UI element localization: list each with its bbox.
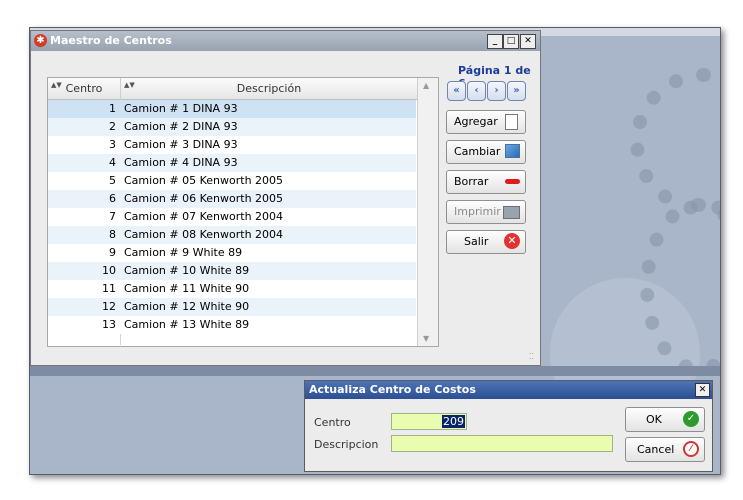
cell-descripcion: Camion # 1 DINA 93 [124, 102, 238, 115]
sort-icon: ▲▼ [124, 81, 135, 89]
printer-icon [503, 206, 520, 219]
cell-descripcion: Camion # 12 White 90 [124, 300, 250, 313]
cell-centro: 5 [109, 174, 116, 187]
cell-centro: 13 [102, 318, 116, 331]
centro-field-value: 209 [442, 415, 465, 428]
cambiar-label: Cambiar [454, 145, 501, 158]
cell-centro: 12 [102, 300, 116, 313]
checkmark-icon: ✓ [683, 411, 699, 427]
vertical-scrollbar[interactable]: ▲ ▼ [417, 78, 438, 346]
salir-label: Salir [464, 235, 489, 248]
cambiar-button[interactable]: Cambiar [446, 140, 526, 164]
cell-descripcion: Camion # 08 Kenworth 2004 [124, 228, 284, 241]
table-row[interactable]: 10 Camion # 10 White 89 [48, 262, 416, 280]
no-entry-icon: ⁄ [683, 441, 699, 457]
column-label-descripcion: Descripción [236, 82, 302, 95]
agregar-button[interactable]: Agregar [446, 110, 526, 134]
cell-centro: 2 [109, 120, 116, 133]
cell-centro: 3 [109, 138, 116, 151]
frame-strip [30, 366, 720, 376]
cell-descripcion: Camion # 10 White 89 [124, 264, 250, 277]
table-row[interactable]: 12 Camion # 12 White 90 [48, 298, 416, 316]
column-header-centro[interactable]: ▲▼ Centro [48, 78, 121, 99]
minimize-button[interactable]: _ [487, 34, 503, 49]
cell-centro: 1 [109, 102, 116, 115]
cell-descripcion: Camion # 4 DINA 93 [124, 156, 238, 169]
cell-centro: 11 [102, 282, 116, 295]
cell-descripcion: Camion # 13 White 89 [124, 318, 250, 331]
imprimir-label: Imprimir [454, 205, 501, 218]
grid-header: ▲▼ Centro ▲▼ Descripción [48, 78, 438, 100]
sort-icon: ▲▼ [51, 81, 62, 89]
first-page-button[interactable]: « [447, 81, 466, 101]
next-page-button[interactable]: › [487, 81, 506, 101]
column-header-descripcion[interactable]: ▲▼ Descripción [121, 78, 417, 99]
cell-centro: 4 [109, 156, 116, 169]
descripcion-label: Descripcion [314, 438, 379, 451]
close-button[interactable]: ✕ [520, 34, 536, 49]
table-row[interactable]: 11 Camion # 11 White 90 [48, 280, 416, 298]
ok-label: OK [646, 413, 662, 426]
grid-rows: 1 Camion # 1 DINA 93 2 Camion # 2 DINA 93 3 C… [48, 100, 416, 334]
cell-centro: 7 [109, 210, 116, 223]
cell-centro: 6 [109, 192, 116, 205]
cell-descripcion: Camion # 3 DINA 93 [124, 138, 238, 151]
table-row[interactable]: 4 Camion # 4 DINA 93 [48, 154, 416, 172]
column-label-centro: Centro [65, 82, 103, 95]
resize-grip-icon[interactable]: ⁚⁚ [529, 352, 534, 361]
cell-descripcion: Camion # 11 White 90 [124, 282, 250, 295]
centro-label: Centro [314, 416, 351, 429]
cell-descripcion: Camion # 2 DINA 93 [124, 120, 238, 133]
dialog-titlebar[interactable]: Actualiza Centro de Costos ✕ [305, 381, 712, 399]
table-row[interactable]: 2 Camion # 2 DINA 93 [48, 118, 416, 136]
document-icon [505, 114, 518, 130]
maestro-centros-window: ✱ Maestro de Centros _ □ ✕ ▲▼ Centro ▲▼ … [30, 30, 541, 366]
cell-centro: 8 [109, 228, 116, 241]
picture-icon [505, 144, 520, 158]
minus-icon [505, 179, 520, 184]
table-row[interactable]: 6 Camion # 06 Kenworth 2005 [48, 190, 416, 208]
cell-descripcion: Camion # 06 Kenworth 2005 [124, 192, 284, 205]
table-row[interactable]: 1 Camion # 1 DINA 93 [48, 100, 416, 118]
table-row[interactable]: 9 Camion # 9 White 89 [48, 244, 416, 262]
cell-descripcion: Camion # 07 Kenworth 2004 [124, 210, 284, 223]
maximize-button[interactable]: □ [503, 34, 519, 49]
descripcion-field[interactable] [391, 435, 613, 452]
imprimir-button[interactable]: Imprimir [446, 200, 526, 224]
close-circle-icon: ✕ [504, 233, 520, 249]
cancel-button[interactable]: Cancel ⁄ [625, 437, 705, 462]
salir-button[interactable]: Salir ✕ [446, 230, 526, 254]
cell-centro: 9 [109, 246, 116, 259]
borrar-button[interactable]: Borrar [446, 170, 526, 194]
table-row[interactable]: 7 Camion # 07 Kenworth 2004 [48, 208, 416, 226]
scroll-down-icon[interactable]: ▼ [423, 334, 429, 343]
ok-button[interactable]: OK ✓ [625, 407, 705, 432]
centros-grid[interactable]: ▲▼ Centro ▲▼ Descripción 1 Camion # 1 DIN… [47, 77, 439, 347]
table-row[interactable]: 3 Camion # 3 DINA 93 [48, 136, 416, 154]
cell-descripcion: Camion # 9 White 89 [124, 246, 243, 259]
scroll-up-icon[interactable]: ▲ [423, 81, 429, 90]
dialog-title: Actualiza Centro de Costos [309, 383, 476, 396]
dialog-close-button[interactable]: ✕ [695, 383, 710, 397]
table-row[interactable]: 8 Camion # 08 Kenworth 2004 [48, 226, 416, 244]
agregar-label: Agregar [454, 115, 498, 128]
window-titlebar[interactable]: ✱ Maestro de Centros _ □ ✕ [31, 31, 540, 51]
borrar-label: Borrar [454, 175, 489, 188]
last-page-button[interactable]: » [507, 81, 526, 101]
actualiza-centro-dialog: Actualiza Centro de Costos ✕ Centro 209 … [304, 380, 713, 472]
app-icon[interactable]: ✱ [34, 34, 47, 47]
previous-page-button[interactable]: ‹ [467, 81, 486, 101]
background-gear [630, 68, 720, 216]
cell-descripcion: Camion # 05 Kenworth 2005 [124, 174, 284, 187]
table-row[interactable]: 13 Camion # 13 White 89 [48, 316, 416, 334]
window-title: Maestro de Centros [50, 34, 172, 47]
cell-centro: 10 [102, 264, 116, 277]
centro-field[interactable]: 209 [391, 413, 467, 430]
cancel-label: Cancel [637, 443, 675, 456]
table-row[interactable]: 5 Camion # 05 Kenworth 2005 [48, 172, 416, 190]
